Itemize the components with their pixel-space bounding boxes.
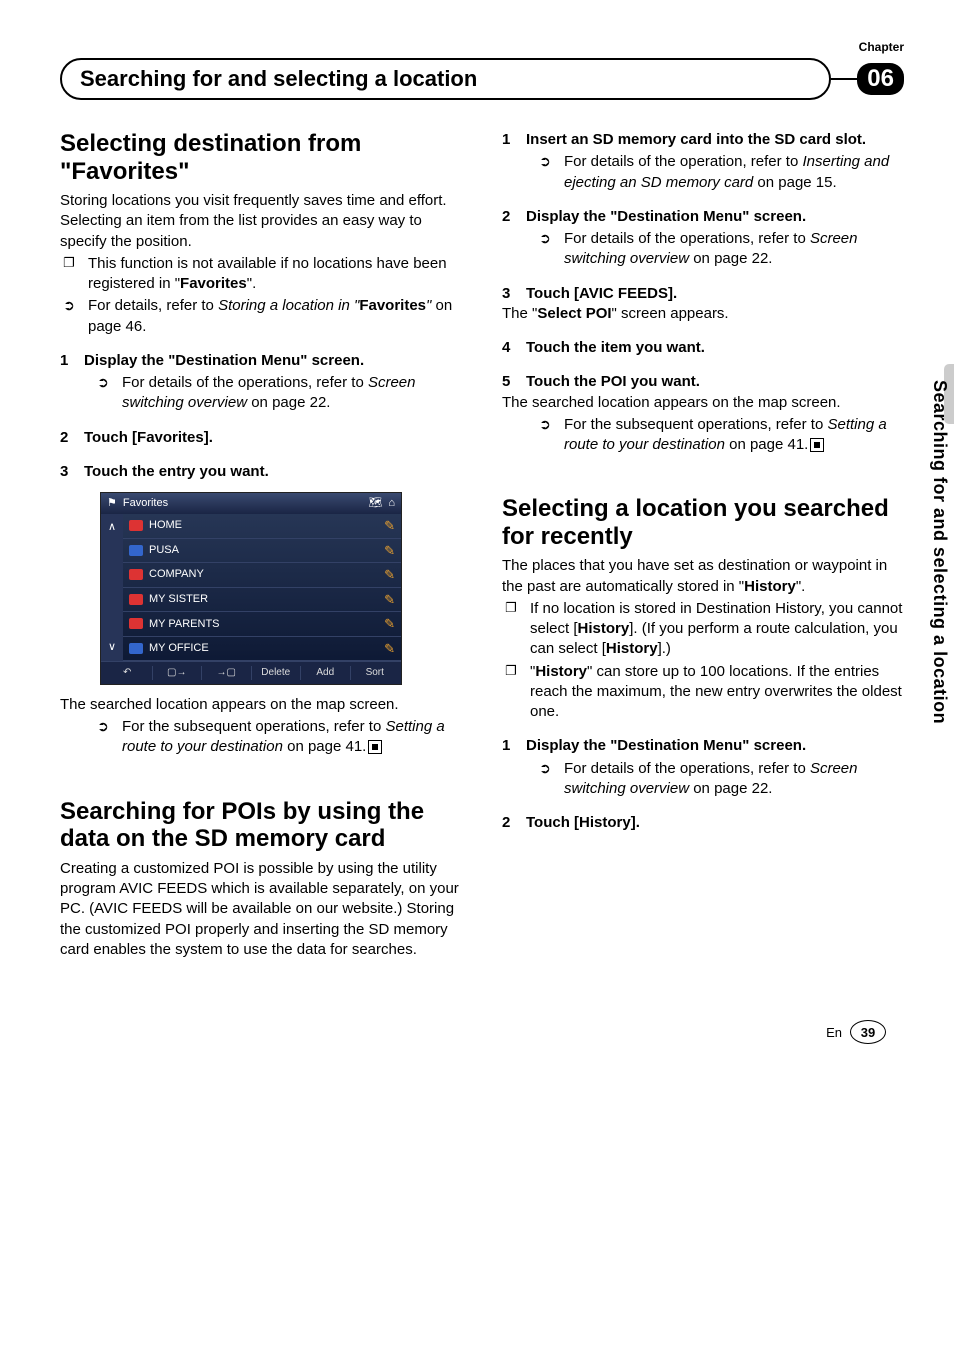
section-heading-history: Selecting a location you searched for re… — [502, 495, 904, 550]
ref-arrow-icon: ➲ — [536, 229, 554, 249]
ref-text: For details of the operation, refer to I… — [564, 152, 904, 193]
back-button[interactable]: ↶ — [103, 666, 152, 680]
ref-arrow-icon: ➲ — [94, 373, 112, 393]
scroll-up-icon[interactable]: ∧ — [108, 520, 116, 535]
fav-label: COMPANY — [149, 567, 204, 582]
sort-button[interactable]: Sort — [350, 666, 400, 680]
fav-label: MY OFFICE — [149, 641, 209, 656]
fav-type-icon — [129, 643, 143, 654]
scroll-down-icon[interactable]: ∨ — [108, 640, 116, 655]
step-2: 2Display the "Destination Menu" screen. — [502, 207, 904, 227]
fav-type-icon — [129, 545, 143, 556]
section-heading-poi-sd: Searching for POIs by using the data on … — [60, 798, 462, 853]
favorites-title: Favorites — [123, 496, 168, 511]
body-text: Creating a customized POI is possible by… — [60, 859, 462, 960]
list-item[interactable]: MY SISTER ✎ — [123, 588, 401, 613]
ref-text: For details of the operations, refer to … — [564, 229, 904, 270]
right-column: 1Insert an SD memory card into the SD ca… — [502, 130, 904, 960]
note-text: This function is not available if no loc… — [88, 254, 462, 295]
chapter-label: Chapter — [60, 40, 904, 54]
fav-type-icon — [129, 520, 143, 531]
header-rule — [831, 78, 857, 80]
edit-icon[interactable]: ✎ — [384, 566, 395, 584]
section-end-icon — [810, 438, 824, 452]
side-tab-title: Searching for and selecting a location — [929, 380, 950, 724]
body-text: The places that you have set as destinat… — [502, 556, 904, 597]
left-column: Selecting destination from "Favorites" S… — [60, 130, 462, 960]
export-button[interactable]: ▢→ — [152, 666, 202, 680]
list-item[interactable]: MY PARENTS ✎ — [123, 612, 401, 637]
list-item[interactable]: PUSA ✎ — [123, 539, 401, 564]
fav-label: HOME — [149, 518, 182, 533]
section-end-icon — [368, 740, 382, 754]
fav-type-icon — [129, 618, 143, 629]
edit-icon[interactable]: ✎ — [384, 615, 395, 633]
ref-arrow-icon: ➲ — [536, 415, 554, 435]
ref-text: For details, refer to Storing a location… — [88, 296, 462, 337]
caption-text: The searched location appears on the map… — [60, 695, 462, 715]
fav-label: MY PARENTS — [149, 617, 220, 632]
map-icon: 🗺 — [368, 496, 382, 511]
ref-arrow-icon: ➲ — [536, 759, 554, 779]
add-button[interactable]: Add — [300, 666, 350, 680]
edit-icon[interactable]: ✎ — [384, 640, 395, 658]
favorites-header: ⚑ Favorites 🗺 ⌂ — [101, 493, 401, 514]
delete-button[interactable]: Delete — [251, 666, 301, 680]
chapter-number-badge: 06 — [857, 63, 904, 95]
step-5: 5Touch the POI you want. — [502, 372, 904, 392]
note-text: "History" can store up to 100 locations.… — [530, 662, 904, 723]
edit-icon[interactable]: ✎ — [384, 591, 395, 609]
step-2-history: 2Touch [History]. — [502, 813, 904, 833]
list-item[interactable]: MY OFFICE ✎ — [123, 637, 401, 662]
section-heading-favorites: Selecting destination from "Favorites" — [60, 130, 462, 185]
lang-label: En — [826, 1025, 842, 1040]
page-footer: En 39 — [60, 1020, 904, 1044]
ref-text: For details of the operations, refer to … — [122, 373, 462, 414]
step-1: 1Insert an SD memory card into the SD ca… — [502, 130, 904, 150]
ref-arrow-icon: ➲ — [60, 296, 78, 316]
note-bullet-icon: ❐ — [502, 599, 520, 617]
home-indicator-icon: ⌂ — [388, 496, 395, 511]
fav-label: PUSA — [149, 543, 179, 558]
favorites-screenshot: ⚑ Favorites 🗺 ⌂ ∧ ∨ HOME ✎ PUSA ✎ COMPANY ✎… — [100, 492, 402, 685]
step-3: 3Touch the entry you want. — [60, 462, 462, 482]
body-text: The "Select POI" screen appears. — [502, 304, 904, 324]
page-title: Searching for and selecting a location — [60, 58, 831, 100]
fav-type-icon — [129, 594, 143, 605]
page-number: 39 — [850, 1020, 886, 1044]
ref-text: For the subsequent operations, refer to … — [122, 717, 462, 758]
fav-type-icon — [129, 569, 143, 580]
step-2: 2Touch [Favorites]. — [60, 428, 462, 448]
edit-icon[interactable]: ✎ — [384, 542, 395, 560]
edit-icon[interactable]: ✎ — [384, 517, 395, 535]
note-bullet-icon: ❐ — [60, 254, 78, 272]
step-3: 3Touch [AVIC FEEDS]. — [502, 284, 904, 304]
chapter-header: Searching for and selecting a location 0… — [60, 58, 904, 100]
body-text: The searched location appears on the map… — [502, 393, 904, 413]
step-1-history: 1Display the "Destination Menu" screen. — [502, 736, 904, 756]
favorites-flag-icon: ⚑ — [107, 496, 117, 511]
note-text: If no location is stored in Destination … — [530, 599, 904, 660]
ref-arrow-icon: ➲ — [94, 717, 112, 737]
favorites-scroll[interactable]: ∧ ∨ — [101, 514, 123, 661]
ref-arrow-icon: ➲ — [536, 152, 554, 172]
step-4: 4Touch the item you want. — [502, 338, 904, 358]
step-1: 1Display the "Destination Menu" screen. — [60, 351, 462, 371]
list-item[interactable]: COMPANY ✎ — [123, 563, 401, 588]
ref-text: For details of the operations, refer to … — [564, 759, 904, 800]
favorites-footer: ↶ ▢→ →▢ Delete Add Sort — [101, 661, 401, 684]
import-button[interactable]: →▢ — [201, 666, 251, 680]
ref-text: For the subsequent operations, refer to … — [564, 415, 904, 456]
favorites-list: HOME ✎ PUSA ✎ COMPANY ✎ MY SISTER ✎ MY PAREN… — [123, 514, 401, 661]
body-text: Selecting an item from the list provides… — [60, 211, 462, 252]
list-item[interactable]: HOME ✎ — [123, 514, 401, 539]
fav-label: MY SISTER — [149, 592, 208, 607]
note-bullet-icon: ❐ — [502, 662, 520, 680]
body-text: Storing locations you visit frequently s… — [60, 191, 462, 211]
